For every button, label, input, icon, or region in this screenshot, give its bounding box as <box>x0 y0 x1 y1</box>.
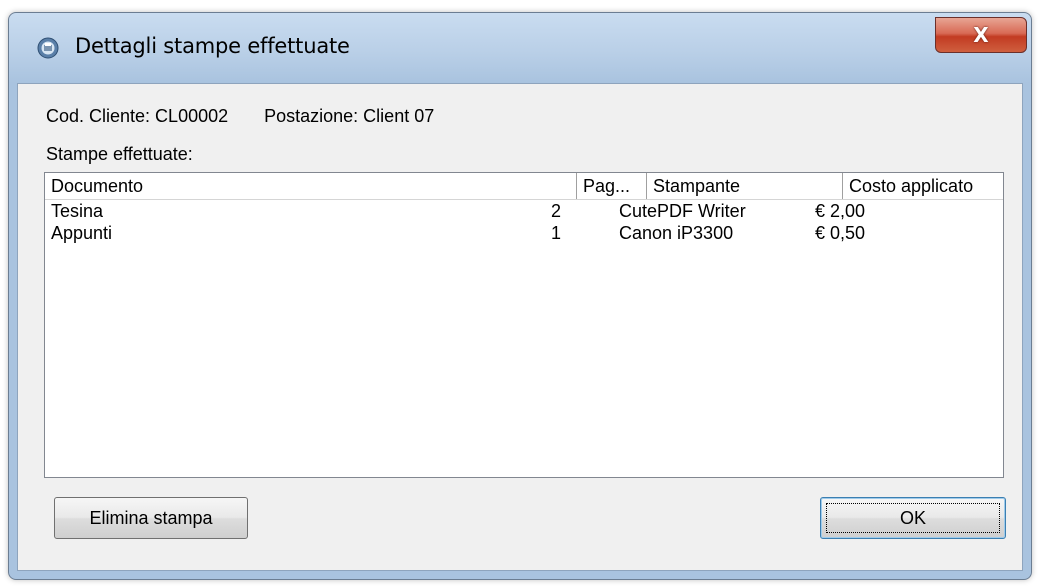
ok-button[interactable]: OK <box>820 497 1006 539</box>
cell-stampante: Canon iP3300 <box>619 223 734 243</box>
prints-label: Stampe effettuate: <box>46 144 193 164</box>
window-title: Dettagli stampe effettuate <box>75 34 350 58</box>
list-header: Documento Pag... Stampante Costo applica… <box>45 173 1003 200</box>
cell-costo: € 2,00 <box>815 201 866 221</box>
station-label: Postazione: Client 07 <box>264 106 435 126</box>
cell-stampante: CutePDF Writer <box>619 201 746 221</box>
table-row[interactable]: Tesina 2 CutePDF Writer € 2,00 <box>45 200 1003 222</box>
column-header-pagine[interactable]: Pag... <box>577 173 647 199</box>
cell-documento: Appunti <box>51 223 113 243</box>
close-button[interactable]: X <box>935 17 1027 53</box>
delete-print-button[interactable]: Elimina stampa <box>54 497 248 539</box>
client-code-label: Cod. Cliente: CL00002 <box>46 106 229 126</box>
close-icon: X <box>973 23 989 47</box>
cell-pagine: 1 <box>551 223 562 243</box>
cell-documento: Tesina <box>51 201 104 221</box>
column-header-stampante[interactable]: Stampante <box>647 173 843 199</box>
table-row[interactable]: Appunti 1 Canon iP3300 € 0,50 <box>45 222 1003 244</box>
client-info: Cod. Cliente: CL00002 Postazione: Client … <box>46 106 434 127</box>
column-header-documento[interactable]: Documento <box>45 173 577 199</box>
focus-rect <box>826 503 1000 533</box>
app-icon <box>37 37 59 59</box>
prints-list[interactable]: Documento Pag... Stampante Costo applica… <box>44 172 1004 478</box>
cell-pagine: 2 <box>551 201 562 221</box>
cell-costo: € 0,50 <box>815 223 866 243</box>
title-bar[interactable]: Dettagli stampe effettuate X <box>9 13 1031 83</box>
column-header-costo[interactable]: Costo applicato <box>843 173 1003 199</box>
